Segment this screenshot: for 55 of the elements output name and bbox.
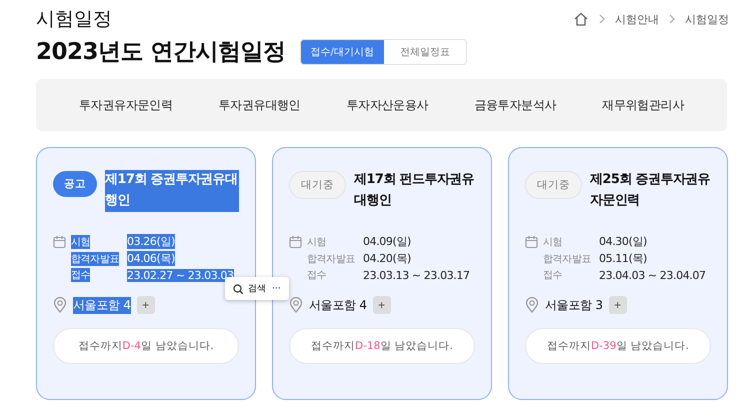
status-badge: 공고 <box>53 171 97 197</box>
chevron-right-icon <box>668 14 676 24</box>
exam-title[interactable]: 제25회 증권투자권유자문인력 <box>590 170 711 212</box>
more-button[interactable]: ··· <box>272 284 281 294</box>
section-title: 시험일정 <box>36 7 112 32</box>
schedule-date: 23.04.03 ~ 23.04.07 <box>599 268 706 282</box>
calendar-icon <box>289 234 302 248</box>
page-title: 2023년도 연간시험일정 <box>36 38 286 67</box>
status-badge: 대기중 <box>289 171 346 199</box>
schedule-label: 접수 <box>71 268 90 282</box>
schedule-date: 04.20(목) <box>363 251 411 266</box>
schedule-date: 23.02.27 ~ 23.03.03 <box>127 268 234 282</box>
schedule-label: 합격자발표 <box>307 252 356 266</box>
schedule-date: 04.09(일) <box>363 234 411 249</box>
schedule-label: 합격자발표 <box>71 252 120 266</box>
exam-location: 서울포함 4 <box>73 296 131 314</box>
deadline-notice: 접수까지 D-4일 남았습니다. <box>53 328 239 364</box>
exam-location: 서울포함 3 <box>545 296 603 314</box>
schedule-label: 접수 <box>307 269 326 282</box>
exam-title[interactable]: 제17회 펀드투자권유대행인 <box>354 170 475 212</box>
breadcrumb-link[interactable]: 시험일정 <box>685 12 729 26</box>
category-link[interactable]: 투자자산운용사 <box>346 96 428 114</box>
breadcrumb-link[interactable]: 시험안내 <box>615 12 659 26</box>
schedule-date: 04.06(목) <box>127 251 175 266</box>
chevron-right-icon <box>598 14 606 24</box>
schedule-label: 접수 <box>543 269 562 282</box>
status-badge: 대기중 <box>525 171 582 199</box>
schedule-date: 04.30(일) <box>599 234 647 249</box>
calendar-icon <box>53 234 66 248</box>
home-icon <box>573 11 589 27</box>
schedule-label: 시험 <box>71 234 90 248</box>
exam-title[interactable]: 제17회 증권투자권유대행인 <box>105 170 239 212</box>
expand-button[interactable]: + <box>372 296 391 314</box>
location-pin-icon <box>53 297 67 313</box>
schedule-date: 03.26(일) <box>127 234 175 249</box>
category-link[interactable]: 투자권유자문인력 <box>78 96 173 114</box>
schedule-label: 시험 <box>543 236 562 248</box>
category-link[interactable]: 재무위험관리사 <box>602 96 684 114</box>
expand-button[interactable]: + <box>136 296 155 314</box>
schedule-label: 합격자발표 <box>543 252 592 266</box>
exam-location: 서울포함 4 <box>309 296 367 314</box>
category-link[interactable]: 금융투자분석사 <box>474 96 556 114</box>
schedule-date: 23.03.13 ~ 23.03.17 <box>363 268 470 282</box>
deadline-notice: 접수까지 D-39일 남았습니다. <box>525 328 711 364</box>
category-link[interactable]: 투자권유대행인 <box>218 96 300 114</box>
schedule-date: 05.11(목) <box>599 251 647 266</box>
calendar-icon <box>525 234 538 248</box>
search-icon <box>233 284 243 294</box>
expand-button[interactable]: + <box>608 296 627 314</box>
search-button[interactable]: 검색 <box>233 282 266 295</box>
schedule-label: 시험 <box>307 236 326 248</box>
tab[interactable]: 접수/대기시험 <box>300 40 384 64</box>
location-pin-icon <box>525 297 539 313</box>
location-pin-icon <box>289 297 303 313</box>
deadline-notice: 접수까지 D-18일 남았습니다. <box>289 328 475 364</box>
